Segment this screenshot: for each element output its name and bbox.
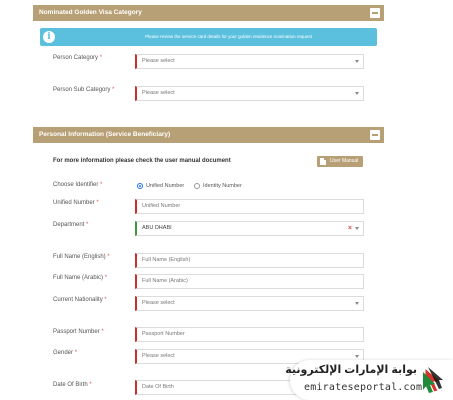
gender-label: Gender * [53,350,78,356]
full-name-en-input[interactable]: Full Name (English) [135,253,364,268]
choose-identifier-label: Choose Identifier * [53,182,103,188]
chevron-down-icon [355,302,359,305]
form-container: Nominated Golden Visa Category i Please … [33,0,384,400]
chevron-down-icon [355,92,359,95]
section-title: Personal Information (Service Beneficiar… [39,131,171,138]
info-alert: i Please review the service card details… [40,28,377,46]
document-icon [320,158,326,165]
clear-icon[interactable]: × [348,222,352,235]
full-name-ar-input[interactable]: Full Name (Arabic) [135,274,364,289]
department-select[interactable]: ABU DHABI × [135,221,364,236]
department-label: Department * [53,222,89,228]
watermark-english: emirateseportal.com [304,382,423,393]
dob-label: Date Of Birth * [53,382,92,388]
section-header-personal-info[interactable]: Personal Information (Service Beneficiar… [33,127,384,143]
watermark-arabic: بوابة الإمارات الإلكترونية [285,364,417,376]
radio-unified-number[interactable] [137,183,143,189]
user-manual-button[interactable]: User Manual [317,156,363,167]
radio-unified-label: Unified Number [146,183,185,189]
alert-text: Please review the service card details f… [145,34,312,39]
chevron-down-icon [355,227,359,230]
radio-identity-label: Identity Number [203,183,242,189]
radio-identity-number[interactable] [194,183,200,189]
info-icon: i [43,31,55,43]
cursor-logo-icon [423,366,443,393]
nationality-select[interactable]: Please select [135,296,364,311]
person-sub-category-select[interactable]: Please select [135,86,364,101]
nationality-label: Current Nationality * [53,297,107,303]
person-category-select[interactable]: Please select [135,54,364,69]
collapse-icon[interactable] [370,8,380,18]
section-header-golden-visa[interactable]: Nominated Golden Visa Category [33,5,384,21]
chevron-down-icon [355,60,359,63]
collapse-icon[interactable] [370,130,380,140]
full-name-en-label: Full Name (English) * [53,254,110,260]
unified-number-input[interactable]: Unified Number [135,199,364,214]
passport-label: Passport Number * [53,329,104,335]
manual-hint-text: For more information please check the us… [53,158,231,164]
unified-number-label: Unified Number * [53,200,99,206]
passport-input[interactable]: Passport Number [135,327,364,342]
person-category-label: Person Category * [53,55,103,61]
section-title: Nominated Golden Visa Category [39,9,142,16]
person-sub-category-label: Person Sub Category * [53,87,115,93]
site-watermark: بوابة الإمارات الإلكترونية emirateseport… [285,360,453,400]
full-name-ar-label: Full Name (Arabic) * [53,275,108,281]
chevron-down-icon [355,355,359,358]
